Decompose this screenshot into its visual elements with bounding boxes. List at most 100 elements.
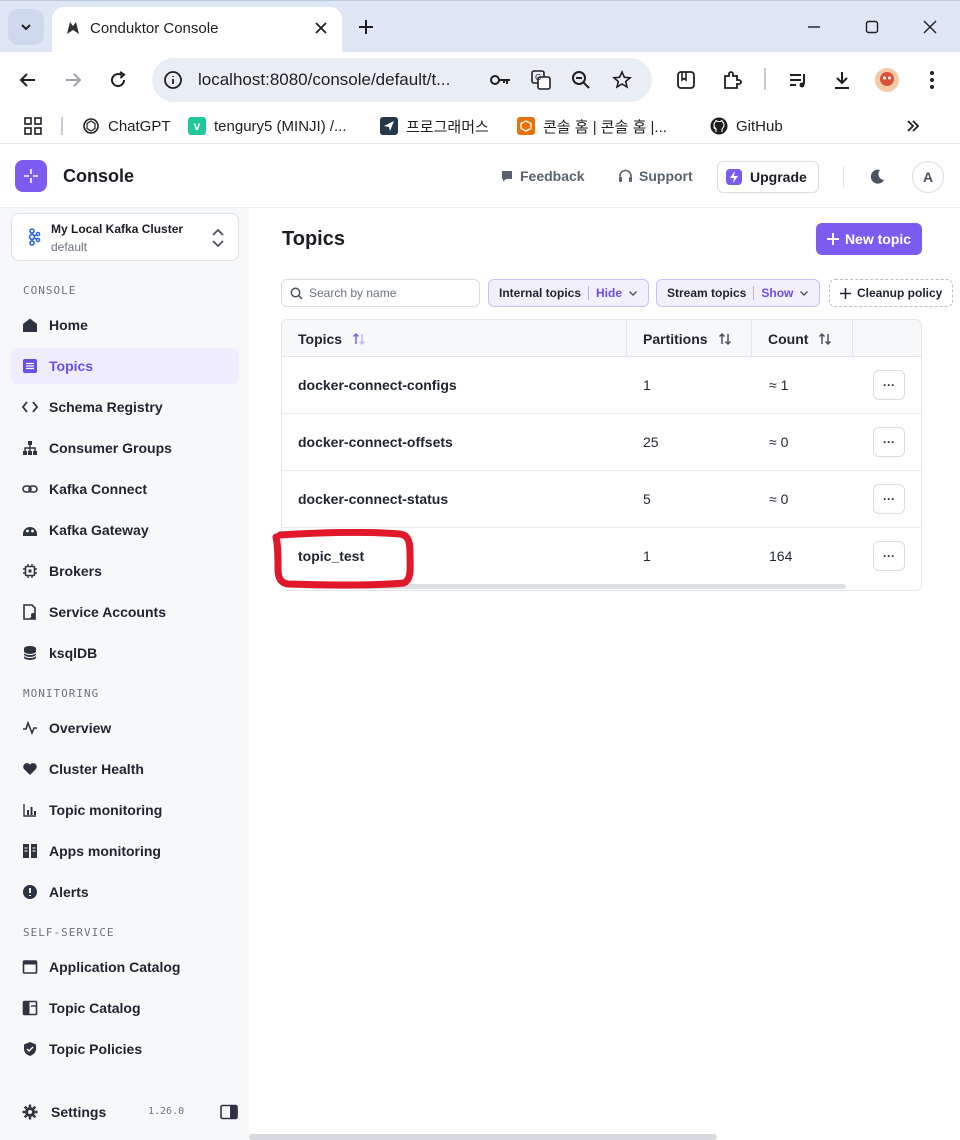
reload-icon[interactable] — [104, 66, 132, 94]
zoom-icon[interactable] — [570, 69, 592, 91]
column-header-count[interactable]: Count — [752, 320, 853, 357]
window-close-icon[interactable] — [916, 13, 944, 41]
sidebar-item-topic-monitoring[interactable]: Topic monitoring — [11, 792, 239, 828]
user-avatar[interactable]: A — [912, 161, 944, 193]
cluster-name: My Local Kafka Cluster — [51, 222, 184, 236]
sidebar-item-overview[interactable]: Overview — [11, 710, 239, 746]
new-tab-plus-icon[interactable] — [354, 15, 378, 39]
bar-chart-icon — [22, 802, 38, 818]
topic-name[interactable]: docker-connect-status — [298, 491, 448, 507]
alert-icon — [22, 884, 38, 900]
media-controls-icon[interactable] — [784, 66, 812, 94]
sidebar-item-application-catalog[interactable]: Application Catalog — [11, 949, 239, 985]
address-url[interactable]: localhost:8080/console/default/t... — [198, 70, 478, 90]
row-actions-button[interactable]: ··· — [873, 370, 905, 400]
page-horizontal-scrollbar[interactable] — [249, 1134, 717, 1140]
download-icon[interactable] — [828, 66, 856, 94]
aws-console-icon — [517, 117, 535, 135]
sidebar-item-apps-monitoring[interactable]: Apps monitoring — [11, 833, 239, 869]
browser-menu-icon[interactable] — [918, 66, 946, 94]
search-box[interactable] — [281, 279, 480, 307]
cluster-selector[interactable]: My Local Kafka Cluster default — [11, 213, 239, 261]
password-key-icon[interactable] — [490, 69, 512, 91]
header-divider — [843, 166, 844, 188]
more-horizontal-icon: ··· — [883, 549, 895, 563]
sidebar-toggle-icon[interactable] — [220, 1104, 238, 1120]
sidebar-item-topics[interactable]: Topics — [11, 348, 239, 384]
sidebar-item-cluster-health[interactable]: Cluster Health — [11, 751, 239, 787]
table-row[interactable]: docker-connect-status 5 ≈ 0 ··· — [282, 471, 921, 528]
code-icon — [22, 399, 38, 415]
gear-icon — [22, 1104, 38, 1120]
brand-name[interactable]: Console — [63, 166, 134, 187]
red-highlight-annotation — [272, 529, 414, 589]
site-info-icon[interactable] — [162, 69, 184, 91]
sidebar-item-kafka-gateway[interactable]: Kafka Gateway — [11, 512, 239, 548]
bookmark-programmers[interactable]: 프로그래머스 — [380, 115, 489, 137]
sidebar-item-ksqldb[interactable]: ksqlDB — [11, 635, 239, 671]
back-arrow-icon[interactable] — [14, 66, 42, 94]
section-label-monitoring: MONITORING — [23, 687, 100, 700]
filter-stream-topics[interactable]: Stream topics Show — [656, 279, 821, 307]
topic-count: ≈ 0 — [769, 491, 789, 507]
apps-grid-icon[interactable] — [23, 115, 43, 137]
bookmark-velog[interactable]: v tengury5 (MINJI) /... — [188, 115, 347, 137]
columns-icon — [22, 843, 38, 859]
filter-internal-topics[interactable]: Internal topics Hide — [488, 279, 650, 307]
forward-arrow-icon[interactable] — [59, 66, 87, 94]
headset-icon — [619, 169, 632, 182]
sidebar-item-topic-catalog[interactable]: Topic Catalog — [11, 990, 239, 1026]
address-bar[interactable]: localhost:8080/console/default/t... G — [152, 58, 652, 102]
app-version: 1.26.0 — [148, 1106, 185, 1117]
column-header-partitions[interactable]: Partitions — [627, 320, 752, 357]
upgrade-button[interactable]: Upgrade — [717, 161, 819, 193]
sidebar-item-service-accounts[interactable]: Service Accounts — [11, 594, 239, 630]
sidebar-item-schema-registry[interactable]: Schema Registry — [11, 389, 239, 425]
topic-name[interactable]: docker-connect-configs — [298, 377, 457, 393]
cleanup-policy-filter[interactable]: Cleanup policy — [829, 279, 953, 307]
maximize-icon[interactable] — [858, 13, 886, 41]
sidebar-item-brokers[interactable]: Brokers — [11, 553, 239, 589]
topic-name[interactable]: docker-connect-offsets — [298, 434, 453, 450]
new-topic-button[interactable]: New topic — [816, 223, 922, 255]
table-row[interactable]: docker-connect-configs 1 ≈ 1 ··· — [282, 357, 921, 414]
extension-box-icon[interactable] — [672, 66, 700, 94]
table-row[interactable]: docker-connect-offsets 25 ≈ 0 ··· — [282, 414, 921, 471]
settings-button[interactable]: Settings — [11, 1094, 239, 1130]
support-link[interactable]: Support — [618, 168, 693, 184]
profile-avatar-icon[interactable] — [873, 66, 901, 94]
row-actions-button[interactable]: ··· — [873, 541, 905, 571]
section-label-self-service: SELF-SERVICE — [23, 926, 115, 939]
sidebar-item-consumer-groups[interactable]: Consumer Groups — [11, 430, 239, 466]
sidebar-item-kafka-connect[interactable]: Kafka Connect — [11, 471, 239, 507]
sidebar-item-topic-policies[interactable]: Topic Policies — [11, 1031, 239, 1067]
tab-search-button[interactable] — [8, 9, 44, 45]
feedback-link[interactable]: Feedback — [500, 168, 585, 184]
browser-tab[interactable]: Conduktor Console — [52, 7, 342, 53]
cluster-env: default — [51, 240, 88, 254]
tab-close-icon[interactable] — [310, 17, 332, 39]
moon-icon[interactable] — [868, 168, 886, 186]
pulse-icon — [22, 720, 38, 736]
column-header-topics[interactable]: Topics — [282, 320, 627, 357]
heart-icon — [22, 761, 38, 777]
bookmark-star-icon[interactable] — [611, 69, 633, 91]
bookmark-chatgpt[interactable]: ChatGPT — [82, 115, 171, 137]
toolbar-divider — [764, 68, 766, 90]
search-icon — [290, 287, 303, 300]
more-bookmarks-icon[interactable] — [905, 115, 921, 137]
bookmark-github[interactable]: GitHub — [710, 115, 783, 137]
conduktor-logo-icon[interactable] — [15, 160, 47, 192]
app-header: Console Feedback Support Upgrade A — [0, 144, 960, 208]
minimize-icon[interactable] — [800, 13, 828, 41]
extensions-puzzle-icon[interactable] — [718, 66, 746, 94]
row-actions-button[interactable]: ··· — [873, 484, 905, 514]
row-actions-button[interactable]: ··· — [873, 427, 905, 457]
chip-icon — [22, 563, 38, 579]
search-input[interactable] — [309, 282, 474, 304]
sidebar-item-home[interactable]: Home — [11, 307, 239, 343]
bookmark-aws-console[interactable]: 콘솔 홈 | 콘솔 홈 |... — [517, 115, 667, 137]
sidebar-item-alerts[interactable]: Alerts — [11, 874, 239, 910]
translate-icon[interactable]: G — [530, 69, 552, 91]
layout-icon — [22, 1000, 38, 1016]
